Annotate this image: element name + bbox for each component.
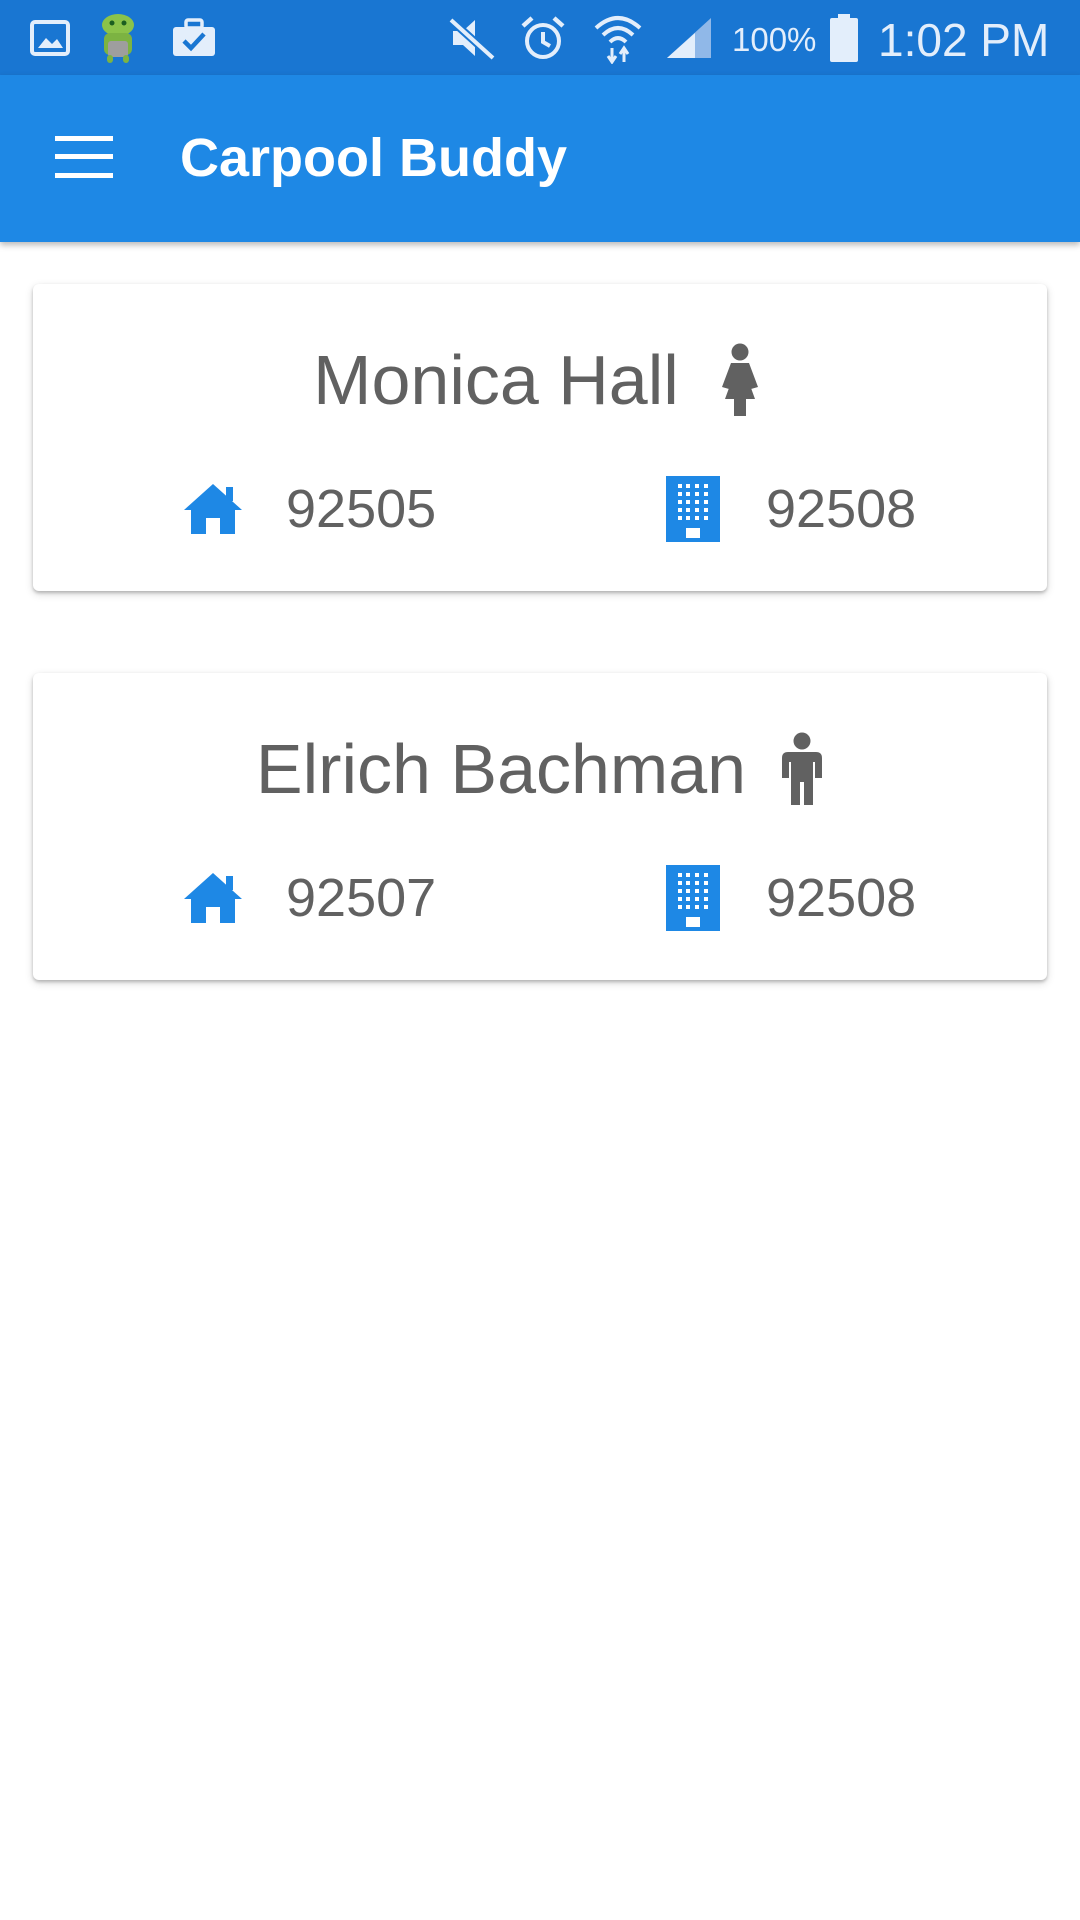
menu-icon <box>55 135 113 183</box>
menu-button[interactable] <box>36 115 132 203</box>
buddy-name-row: Elrich Bachman <box>33 721 1047 817</box>
male-icon <box>780 732 824 806</box>
screen: 100% 1:02 PM Carpool Buddy Monica Hall 9… <box>0 0 1080 1920</box>
work-zip-value: 92508 <box>766 479 917 539</box>
home-zip-value: 92507 <box>286 868 437 928</box>
zip-row: 92507 92508 <box>33 858 1047 938</box>
home-zip: 92505 <box>180 469 436 549</box>
status-bar: 100% 1:02 PM <box>0 0 1080 75</box>
home-icon <box>180 469 246 549</box>
briefcase-check-icon <box>170 0 218 75</box>
mute-icon <box>446 0 498 75</box>
gallery-icon <box>28 0 72 75</box>
wifi-icon <box>592 0 644 75</box>
status-clock: 1:02 PM <box>878 14 1050 66</box>
buddy-name: Monica Hall <box>313 341 679 419</box>
office-building-icon <box>660 858 726 938</box>
battery-icon <box>826 0 862 75</box>
buddy-name: Elrich Bachman <box>255 730 747 808</box>
work-zip-value: 92508 <box>766 868 917 928</box>
android-app-icon <box>92 0 144 75</box>
zip-row: 92505 92508 <box>33 469 1047 549</box>
signal-icon <box>664 0 714 75</box>
buddy-card[interactable]: Elrich Bachman 92507 92508 <box>33 673 1047 980</box>
buddy-name-row: Monica Hall <box>33 332 1047 428</box>
app-bar: Carpool Buddy <box>0 75 1080 242</box>
buddy-card[interactable]: Monica Hall 92505 92508 <box>33 284 1047 591</box>
home-zip: 92507 <box>180 858 436 938</box>
battery-percentage: 100% <box>732 21 817 58</box>
home-zip-value: 92505 <box>286 479 437 539</box>
work-zip: 92508 <box>660 469 916 549</box>
office-building-icon <box>660 469 726 549</box>
work-zip: 92508 <box>660 858 916 938</box>
female-icon <box>713 343 767 417</box>
home-icon <box>180 858 246 938</box>
alarm-icon <box>518 0 568 75</box>
app-title: Carpool Buddy <box>180 128 567 188</box>
